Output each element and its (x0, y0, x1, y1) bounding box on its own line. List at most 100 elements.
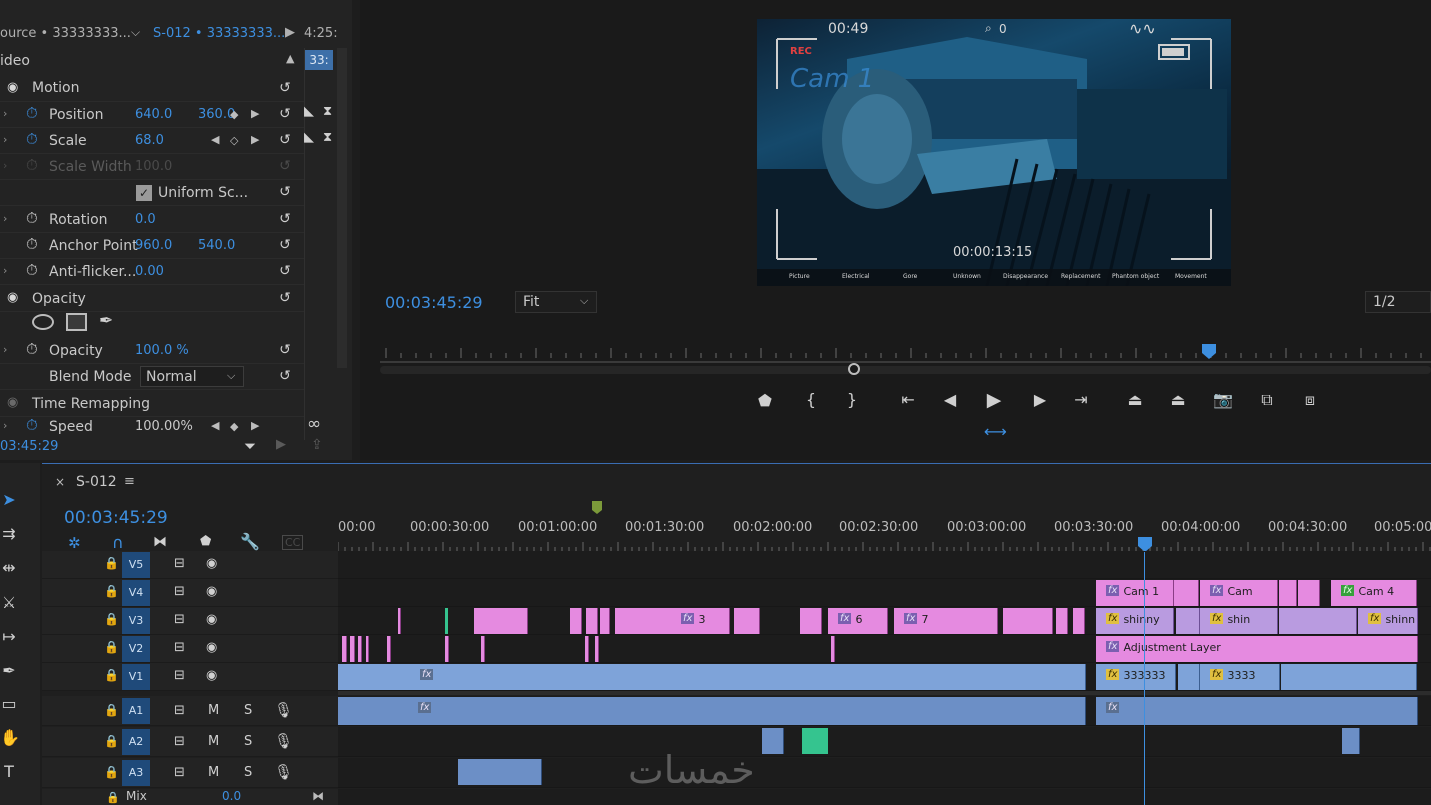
play-audio-icon[interactable]: ▶ (276, 437, 286, 452)
next-keyframe-icon[interactable]: ▶ (251, 419, 259, 432)
go-to-end-icon[interactable]: ⧓ (312, 789, 324, 803)
clip[interactable]: fx shin (1200, 608, 1278, 634)
reset-icon[interactable]: ↺ (277, 133, 293, 147)
lock-icon[interactable]: 🔒 (106, 791, 120, 804)
go-to-out-icon[interactable]: ⇥ (1071, 390, 1091, 409)
clip[interactable]: fx shinny (1096, 608, 1174, 634)
clip[interactable] (1056, 608, 1068, 634)
position-x-value[interactable]: 640.0 (135, 107, 172, 122)
rectangle-tool-icon[interactable]: ▭ (0, 694, 18, 714)
clip[interactable] (1279, 608, 1357, 634)
sequence-marker[interactable] (592, 501, 602, 515)
clip[interactable]: fx 6 (828, 608, 888, 634)
clip[interactable] (481, 636, 485, 662)
eye-icon[interactable]: ◉ (7, 80, 18, 95)
stopwatch-icon[interactable]: ⏱ (26, 235, 38, 253)
clip[interactable] (734, 608, 760, 634)
opacity-section-row[interactable]: ◉ Opacity ↺ (0, 286, 304, 312)
video-section-header[interactable]: ideo ▲ (0, 50, 304, 74)
sync-lock-icon[interactable]: ⊟ (174, 640, 185, 655)
clip[interactable] (445, 636, 449, 662)
clip[interactable]: fx shinn (1358, 608, 1418, 634)
clip[interactable] (800, 608, 822, 634)
timeline-ruler[interactable]: 00:00 00:00:30:00 00:01:00:00 00:01:30:0… (338, 516, 1431, 556)
clip[interactable] (570, 608, 582, 634)
eye-icon[interactable]: ◉ (206, 640, 217, 655)
clip[interactable] (474, 608, 528, 634)
clip[interactable]: fx333333 (1096, 664, 1176, 690)
track-select-icon[interactable]: ⇉ (0, 524, 18, 544)
extract-icon[interactable]: ⏏ (1168, 390, 1188, 409)
track-lane-a1[interactable]: fx fx (338, 696, 1431, 726)
track-target[interactable]: A2 (122, 729, 150, 755)
eye-icon[interactable]: ◉ (206, 668, 217, 683)
clip[interactable] (350, 636, 355, 662)
lift-icon[interactable]: ⏏ (1125, 390, 1145, 409)
sync-lock-icon[interactable]: ⊟ (174, 612, 185, 627)
ellipse-mask-icon[interactable] (32, 314, 54, 330)
zoom-scroll-handle[interactable] (848, 363, 860, 375)
lock-icon[interactable]: 🔒 (104, 668, 119, 682)
track-target[interactable]: V1 (122, 664, 150, 690)
program-timecode[interactable]: 00:03:45:29 (385, 293, 483, 312)
speed-value[interactable]: 100.00% (135, 419, 193, 434)
sequence-tab[interactable]: S-012 (76, 474, 117, 490)
sync-lock-icon[interactable]: ⊟ (174, 765, 185, 780)
slip-tool-icon[interactable]: ↦ (0, 627, 18, 647)
sync-lock-icon[interactable]: ⊟ (174, 734, 185, 749)
clip[interactable]: fx Cam (1200, 580, 1278, 606)
zoom-dropdown[interactable]: Fit ⌵ (515, 291, 597, 313)
source-tab[interactable]: ource • 33333333... (0, 26, 131, 41)
audio-clip[interactable] (458, 759, 542, 785)
expand-chevron-icon[interactable]: › (3, 107, 7, 120)
go-to-in-icon[interactable]: ⇤ (898, 390, 918, 409)
clip[interactable]: fx Cam 4 (1331, 580, 1417, 606)
next-keyframe-icon[interactable]: ▶ (251, 133, 259, 146)
microphone-icon[interactable]: 🎙 (274, 763, 293, 781)
linked-selection-icon[interactable]: ⧓ (153, 534, 167, 550)
reset-icon[interactable]: ↺ (277, 264, 293, 278)
track-target[interactable]: V4 (122, 580, 150, 606)
clip[interactable] (1279, 580, 1297, 606)
track-target[interactable]: V2 (122, 636, 150, 662)
track-lane-v5[interactable] (338, 551, 1431, 579)
export-frame-icon[interactable]: 📷 (1213, 390, 1233, 409)
anchor-x-value[interactable]: 960.0 (135, 238, 172, 253)
reset-icon[interactable]: ↺ (277, 238, 293, 252)
add-keyframe-icon[interactable]: ◆ (230, 420, 238, 433)
audio-clip[interactable] (762, 728, 784, 754)
reset-icon[interactable]: ↺ (277, 291, 293, 305)
clip[interactable] (1073, 608, 1085, 634)
play-icon[interactable]: ▶ (984, 389, 1004, 411)
expand-chevron-icon[interactable]: › (3, 133, 7, 146)
anti-flicker-value[interactable]: 0.00 (135, 264, 164, 279)
clip[interactable] (1298, 580, 1320, 606)
mute-button[interactable]: M (208, 765, 219, 780)
stopwatch-icon[interactable]: ⏱ (26, 340, 38, 358)
clip[interactable] (366, 636, 369, 662)
clip[interactable] (398, 608, 401, 634)
solo-button[interactable]: S (244, 703, 252, 718)
audio-clip[interactable]: fx (338, 697, 1086, 725)
razor-tool-icon[interactable]: ⚔ (0, 593, 18, 613)
play-triangle-icon[interactable]: ▶ (285, 25, 295, 40)
track-lane-v2[interactable]: fx Adjustment Layer (338, 635, 1431, 663)
track-target[interactable]: A1 (122, 698, 150, 724)
lock-icon[interactable]: 🔒 (104, 556, 119, 570)
selection-tool-icon[interactable]: ➤ (0, 490, 18, 510)
step-forward-icon[interactable]: ▶ (1030, 390, 1050, 409)
clip[interactable]: fx 7 (894, 608, 998, 634)
track-lane-a2[interactable] (338, 727, 1431, 757)
lock-icon[interactable]: 🔒 (104, 612, 119, 626)
track-lane-v1[interactable]: fx fx333333 fx3333 (338, 663, 1431, 691)
rectangle-mask-icon[interactable] (66, 313, 87, 331)
tab-dropdown-icon[interactable]: ⌵ (131, 25, 140, 40)
mix-value[interactable]: 0.0 (222, 789, 241, 803)
reset-icon[interactable]: ↺ (277, 185, 293, 199)
type-tool-icon[interactable]: T (0, 762, 18, 782)
captions-icon[interactable]: CC (282, 535, 304, 550)
clip[interactable] (1003, 608, 1053, 634)
eye-icon[interactable]: ◉ (206, 612, 217, 627)
time-remapping-row[interactable]: ◉ Time Remapping (0, 391, 304, 417)
clip[interactable] (1281, 664, 1417, 690)
